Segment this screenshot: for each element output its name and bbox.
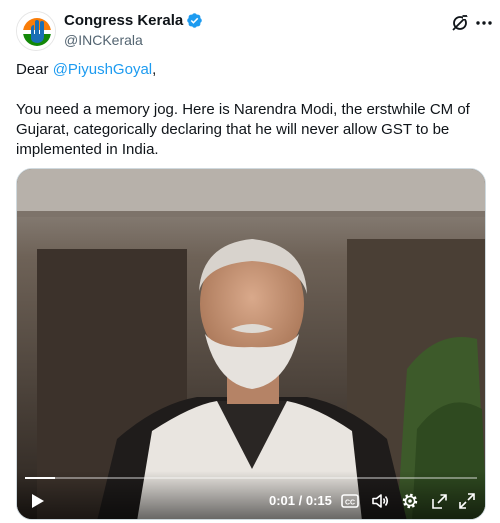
volume-icon[interactable]: [370, 491, 390, 511]
more-icon[interactable]: [474, 13, 494, 33]
tweet-body: You need a memory jog. Here is Narendra …: [16, 101, 470, 158]
party-logo-icon: [17, 12, 55, 50]
verified-badge-icon: [187, 13, 202, 28]
mention-link[interactable]: @PiyushGoyal: [53, 61, 152, 78]
video-player[interactable]: 0:01 / 0:15 CC: [16, 168, 486, 520]
captions-icon[interactable]: CC: [340, 491, 360, 511]
grok-icon[interactable]: [450, 13, 470, 33]
pop-out-icon[interactable]: [430, 491, 450, 511]
play-icon[interactable]: [27, 491, 47, 511]
video-controls: 0:01 / 0:15 CC: [17, 471, 485, 519]
video-frame: [17, 169, 485, 519]
tweet-text: Dear @PiyushGoyal, You need a memory jog…: [16, 60, 486, 160]
video-progress-fill: [25, 477, 56, 479]
tweet-card: Congress Kerala @INCKerala Dear @PiyushG…: [0, 0, 500, 523]
tweet-greeting: Dear @PiyushGoyal,: [16, 60, 486, 80]
video-time: 0:01 / 0:15: [269, 493, 332, 508]
author-display-name[interactable]: Congress Kerala: [64, 12, 183, 29]
author-handle[interactable]: @INCKerala: [64, 32, 143, 48]
fullscreen-icon[interactable]: [457, 491, 477, 511]
author-name-row: Congress Kerala: [64, 12, 203, 29]
settings-icon[interactable]: [400, 491, 420, 511]
captions-label: CC: [345, 500, 355, 507]
greeting-prefix: Dear: [16, 61, 53, 78]
video-progress-track[interactable]: [25, 477, 477, 479]
greeting-suffix: ,: [152, 61, 157, 78]
avatar[interactable]: [16, 11, 56, 51]
